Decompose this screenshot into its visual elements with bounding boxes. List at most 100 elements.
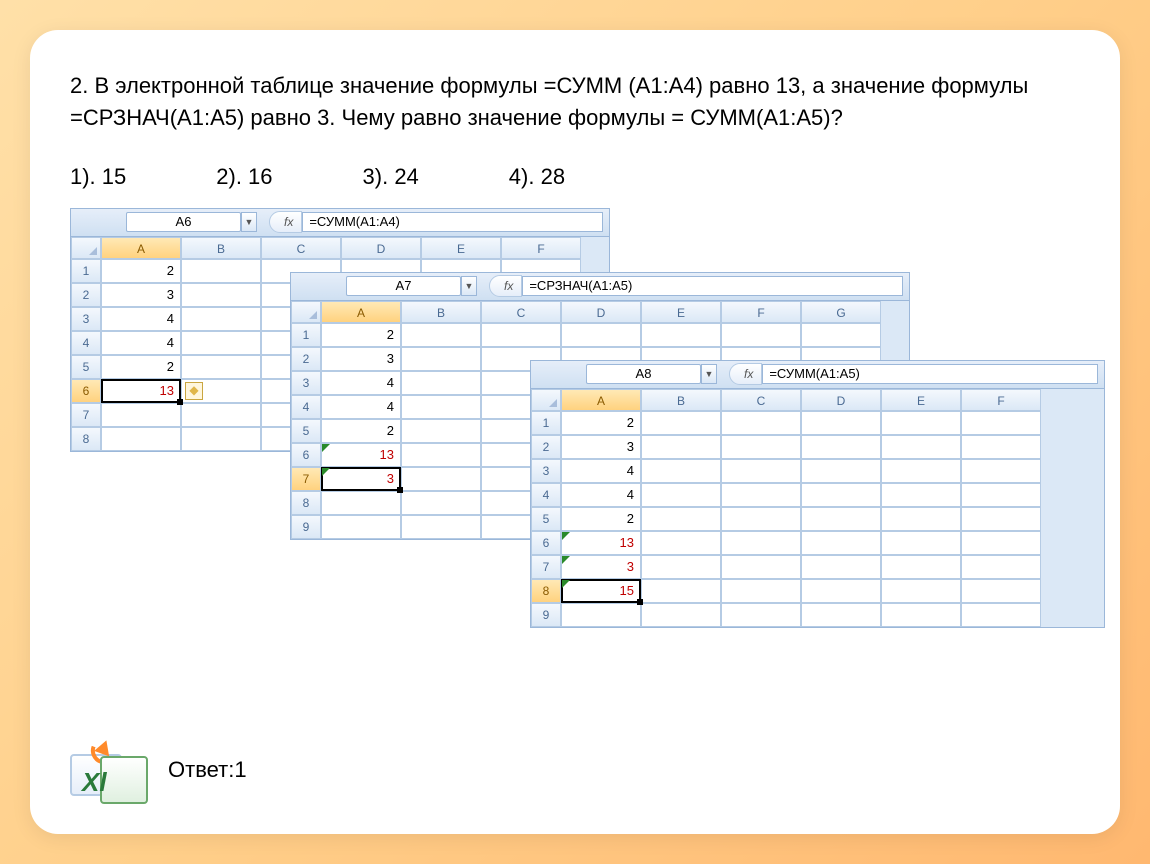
cell[interactable] (401, 323, 481, 347)
row-header[interactable]: 3 (291, 371, 321, 395)
row-header[interactable]: 4 (71, 331, 101, 355)
column-header[interactable]: A (561, 389, 641, 411)
cell[interactable] (641, 603, 721, 627)
cell[interactable] (561, 323, 641, 347)
row-header[interactable]: 7 (71, 403, 101, 427)
cell[interactable] (801, 323, 881, 347)
cell[interactable] (961, 483, 1041, 507)
name-box-dropdown-icon[interactable]: ▼ (461, 276, 477, 296)
row-header[interactable]: 1 (71, 259, 101, 283)
cell[interactable]: 4 (561, 483, 641, 507)
cell[interactable] (641, 483, 721, 507)
row-header[interactable]: 5 (291, 419, 321, 443)
cell[interactable] (801, 555, 881, 579)
name-box[interactable]: A7 (346, 276, 461, 296)
cell[interactable]: 4 (101, 307, 181, 331)
cell[interactable]: 2 (101, 259, 181, 283)
row-header[interactable]: 8 (291, 491, 321, 515)
cell[interactable] (641, 323, 721, 347)
row-header[interactable]: 4 (291, 395, 321, 419)
row-header[interactable]: 7 (531, 555, 561, 579)
row-header[interactable]: 9 (531, 603, 561, 627)
column-header[interactable]: E (421, 237, 501, 259)
column-header[interactable]: B (641, 389, 721, 411)
fx-button[interactable]: fx (269, 211, 302, 233)
cell[interactable] (881, 459, 961, 483)
cell[interactable] (721, 531, 801, 555)
cell[interactable] (181, 259, 261, 283)
cell[interactable] (641, 435, 721, 459)
cell[interactable] (561, 603, 641, 627)
cell[interactable] (181, 283, 261, 307)
cell[interactable] (641, 579, 721, 603)
cell[interactable] (801, 483, 881, 507)
cell[interactable] (401, 395, 481, 419)
cell[interactable] (181, 307, 261, 331)
fx-button[interactable]: fx (729, 363, 762, 385)
formula-input[interactable]: =СУММ(A1:A4) (302, 212, 603, 232)
cell[interactable] (641, 411, 721, 435)
cell[interactable] (101, 427, 181, 451)
cell[interactable] (401, 515, 481, 539)
select-all-corner[interactable] (531, 389, 561, 411)
cell[interactable]: 4 (101, 331, 181, 355)
cell[interactable]: 13 (321, 443, 401, 467)
row-header[interactable]: 2 (291, 347, 321, 371)
name-box-dropdown-icon[interactable]: ▼ (241, 212, 257, 232)
name-box[interactable]: A8 (586, 364, 701, 384)
select-all-corner[interactable] (291, 301, 321, 323)
cell[interactable] (101, 403, 181, 427)
name-box-dropdown-icon[interactable]: ▼ (701, 364, 717, 384)
row-header[interactable]: 8 (531, 579, 561, 603)
cell[interactable]: 4 (321, 371, 401, 395)
cell[interactable] (801, 411, 881, 435)
cell[interactable] (881, 603, 961, 627)
column-header[interactable]: A (321, 301, 401, 323)
cell[interactable] (401, 347, 481, 371)
cell[interactable] (961, 507, 1041, 531)
cell[interactable] (401, 443, 481, 467)
cell[interactable] (961, 555, 1041, 579)
row-header[interactable]: 1 (531, 411, 561, 435)
name-box[interactable]: A6 (126, 212, 241, 232)
formula-input[interactable]: =СУММ(A1:A5) (762, 364, 1098, 384)
column-header[interactable]: C (481, 301, 561, 323)
cell[interactable] (881, 555, 961, 579)
cell[interactable] (181, 403, 261, 427)
column-header[interactable]: B (181, 237, 261, 259)
column-header[interactable]: D (341, 237, 421, 259)
column-header[interactable]: A (101, 237, 181, 259)
cell[interactable]: 13 (561, 531, 641, 555)
row-header[interactable]: 6 (71, 379, 101, 403)
cell[interactable] (721, 411, 801, 435)
cell[interactable]: 13 (101, 379, 181, 403)
cell[interactable] (721, 507, 801, 531)
cell[interactable]: 2 (321, 323, 401, 347)
cell[interactable] (881, 531, 961, 555)
cell[interactable]: 3 (321, 347, 401, 371)
cell[interactable] (721, 435, 801, 459)
row-header[interactable]: 8 (71, 427, 101, 451)
cell[interactable] (801, 507, 881, 531)
cell[interactable]: 2 (321, 419, 401, 443)
cell[interactable] (881, 579, 961, 603)
cell[interactable]: 3 (321, 467, 401, 491)
column-header[interactable]: D (561, 301, 641, 323)
cell[interactable] (721, 459, 801, 483)
cell[interactable] (641, 555, 721, 579)
row-header[interactable]: 4 (531, 483, 561, 507)
cell[interactable] (881, 435, 961, 459)
cell[interactable]: 2 (101, 355, 181, 379)
cell[interactable] (801, 579, 881, 603)
error-indicator-icon[interactable]: ◆ (185, 382, 203, 400)
column-header[interactable]: G (801, 301, 881, 323)
cell[interactable] (401, 371, 481, 395)
row-header[interactable]: 1 (291, 323, 321, 347)
cell[interactable] (801, 459, 881, 483)
row-header[interactable]: 5 (71, 355, 101, 379)
cell[interactable] (401, 467, 481, 491)
cell[interactable] (961, 411, 1041, 435)
cell[interactable] (641, 507, 721, 531)
column-header[interactable]: B (401, 301, 481, 323)
row-header[interactable]: 7 (291, 467, 321, 491)
